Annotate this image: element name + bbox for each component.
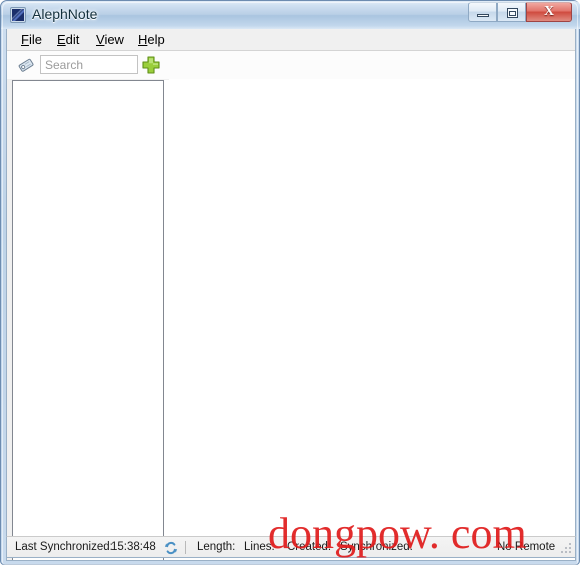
- plus-icon: [142, 56, 160, 74]
- search-input[interactable]: [40, 55, 138, 74]
- menu-item-help[interactable]: Help: [133, 32, 170, 47]
- last-synchronized-label: Last Synchronized:: [15, 541, 113, 553]
- note-list-panel[interactable]: [12, 80, 164, 560]
- application-window: AlephNote X File Edit View Help Search L…: [0, 0, 580, 565]
- synchronized-label: Synchronized:: [340, 541, 413, 553]
- search-toolbar: [7, 51, 575, 79]
- maximize-icon: [507, 8, 518, 18]
- client-area: File Edit View Help: [6, 29, 576, 561]
- note-editor[interactable]: [169, 79, 575, 560]
- menu-item-edit[interactable]: Edit: [52, 32, 84, 47]
- menu-bar: File Edit View Help: [7, 29, 575, 51]
- status-separator: [185, 541, 186, 554]
- sync-refresh-icon[interactable]: [164, 541, 178, 555]
- menu-item-file[interactable]: File: [16, 32, 47, 47]
- length-label: Length:: [197, 541, 236, 553]
- tag-icon[interactable]: [18, 57, 35, 73]
- title-bar[interactable]: AlephNote X: [1, 1, 580, 29]
- lines-label: Lines:: [244, 541, 275, 553]
- minimize-button[interactable]: [468, 2, 497, 22]
- maximize-button[interactable]: [497, 2, 526, 22]
- created-label: Created:: [287, 541, 332, 553]
- status-bar: Last Synchronized: 15:38:48 Length: Line…: [6, 536, 576, 558]
- resize-grip[interactable]: [560, 542, 573, 555]
- alephnote-app-icon: [10, 7, 26, 23]
- remote-status-label: No Remote: [497, 541, 556, 553]
- close-icon: X: [543, 4, 555, 19]
- menu-item-view[interactable]: View: [91, 32, 129, 47]
- window-title: AlephNote: [32, 6, 98, 22]
- last-synchronized-value: 15:38:48: [111, 541, 156, 553]
- close-button[interactable]: X: [526, 2, 572, 22]
- add-note-button[interactable]: [140, 54, 162, 76]
- minimize-icon: [477, 14, 489, 17]
